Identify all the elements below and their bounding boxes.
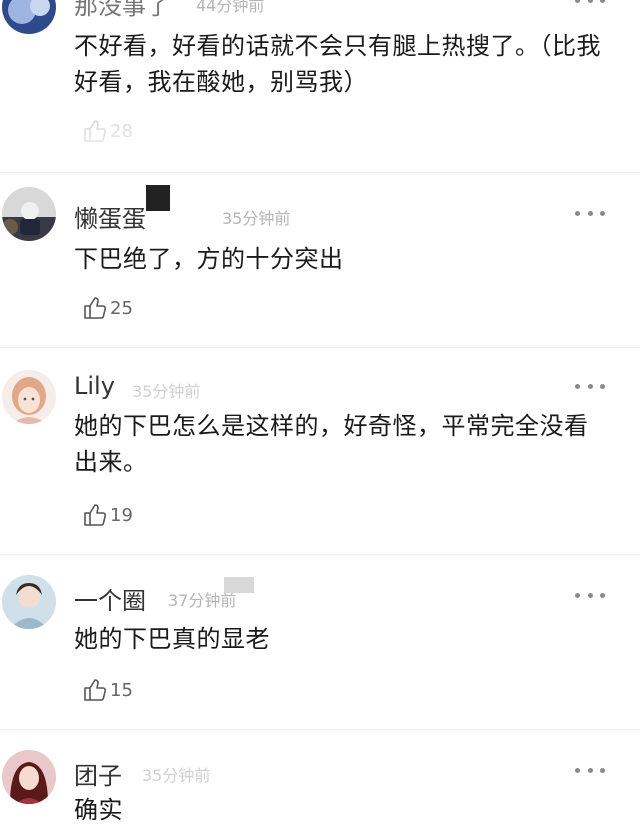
faded-region (78, 108, 198, 168)
timestamp: 35分钟前 (222, 209, 291, 228)
like-button[interactable]: 25 (82, 295, 133, 321)
redaction-block (146, 185, 170, 211)
comment-item: Lily 35分钟前 她的下巴怎么是这样的，好奇怪，平常完全没看出来。 19 (0, 348, 640, 555)
username[interactable]: Lily (74, 372, 115, 400)
more-options-icon[interactable] (575, 380, 605, 392)
thumbs-up-icon (82, 295, 108, 321)
timestamp: 35分钟前 (142, 766, 211, 785)
like-count: 19 (110, 504, 133, 526)
comment-item: 那没事了 44分钟前 不好看，好看的话就不会只有腿上热搜了。（比我好看，我在酸她… (0, 0, 640, 173)
comment-item: 团子 35分钟前 确实 (0, 730, 640, 824)
thumbs-up-icon (82, 677, 108, 703)
avatar[interactable] (2, 750, 56, 804)
timestamp: 35分钟前 (132, 382, 201, 401)
comment-text: 她的下巴真的显老 (74, 625, 270, 653)
more-options-icon[interactable] (575, 764, 605, 776)
comment-item: 懒蛋蛋 35分钟前 下巴绝了，方的十分突出 25 (0, 173, 640, 348)
comment-item: 一个圈 37分钟前 她的下巴真的显老 15 (0, 555, 640, 730)
like-button[interactable]: 19 (82, 502, 133, 528)
more-options-icon[interactable] (575, 0, 605, 6)
more-options-icon[interactable] (575, 207, 605, 219)
avatar[interactable] (2, 187, 56, 241)
faded-region (224, 577, 254, 593)
more-options-icon[interactable] (575, 589, 605, 601)
comment-text: 确实 (74, 796, 123, 824)
comment-text: 她的下巴怎么是这样的，好奇怪，平常完全没看出来。 (74, 412, 589, 476)
comment-text: 下巴绝了，方的十分突出 (74, 245, 344, 273)
like-count: 15 (110, 679, 133, 701)
username[interactable]: 懒蛋蛋 (74, 199, 146, 234)
timestamp: 44分钟前 (196, 0, 265, 15)
avatar[interactable] (2, 575, 56, 629)
like-count: 25 (110, 297, 133, 319)
username[interactable]: 团子 (74, 756, 122, 791)
username[interactable]: 一个圈 (74, 581, 146, 616)
comment-text: 不好看，好看的话就不会只有腿上热搜了。（比我好看，我在酸她，别骂我） (74, 32, 601, 96)
avatar[interactable] (2, 0, 56, 34)
like-button[interactable]: 15 (82, 677, 133, 703)
avatar[interactable] (2, 370, 56, 424)
username[interactable]: 那没事了 (74, 0, 170, 21)
thumbs-up-icon (82, 502, 108, 528)
